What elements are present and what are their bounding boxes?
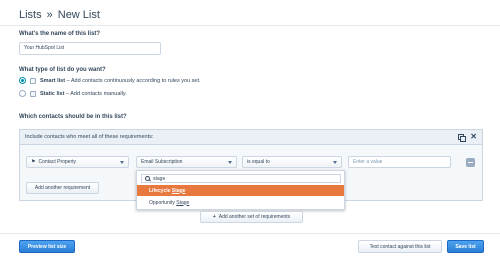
option-prefix: Lifecycle [149,187,172,194]
option-prefix: Opportunity [149,199,177,206]
test-contact-button[interactable]: Test contact against this list [358,240,442,253]
static-list-description: – Add contacts manually. [64,90,127,97]
save-list-button[interactable]: Save list [447,240,484,253]
list-name-label: What's the name of this list? [19,31,101,37]
option-match: Stage [176,199,190,206]
property-select[interactable]: Email Subscription [136,156,237,168]
smart-list-icon [30,77,36,84]
breadcrumb-lists-link[interactable]: Lists [19,9,42,21]
chevron-down-icon [120,161,124,164]
list-name-input[interactable]: Your HubSpot List [19,42,161,55]
add-set-label: Add another set of requirements [218,214,291,220]
chevron-down-icon [333,161,337,164]
close-icon[interactable]: ✕ [470,133,477,141]
chevron-down-icon [228,161,232,164]
remove-requirement-button[interactable] [466,158,475,167]
operator-value: is equal to [247,159,270,165]
breadcrumb-separator: » [46,9,53,21]
page-title: New List [57,9,100,21]
property-type-value: Contact Property [38,159,77,165]
copy-icon[interactable] [458,133,467,142]
add-requirement-set-button[interactable]: + Add another set of requirements [200,211,303,223]
static-list-name: Static list [40,90,65,97]
breadcrumb: Lists » New List [19,6,100,24]
requirements-header: Include contacts who meet all of these r… [20,130,482,145]
property-value: Email Subscription [141,159,183,165]
flag-icon: ⚑ [31,159,36,165]
dropdown-option-opportunity-stage[interactable]: Opportunity Stage [137,197,344,208]
property-type-select[interactable]: ⚑ Contact Property [26,156,129,168]
list-type-label: What type of list do you want? [19,67,106,73]
smart-list-name: Smart list [40,77,66,84]
contacts-label: Which contacts should be in this list? [19,114,127,120]
smart-list-option[interactable]: Smart list – Add contacts continuously a… [19,77,201,84]
plus-icon: + [212,214,216,220]
smart-list-radio[interactable] [19,77,26,84]
static-list-icon [30,90,36,97]
operator-select[interactable]: is equal to [242,156,342,168]
preview-list-size-button[interactable]: Preview list size [19,240,75,253]
dropdown-option-lifecycle-stage[interactable]: Lifecycle Stage [137,185,344,196]
static-list-radio[interactable] [19,90,26,97]
dropdown-search-input[interactable]: stage [141,174,341,183]
search-icon [145,176,150,181]
option-match: Stage [171,187,186,194]
dropdown-search-value: stage [153,175,166,182]
add-requirement-button[interactable]: Add another requirement [26,182,99,194]
requirements-header-text: Include contacts who meet all of these r… [25,134,154,140]
static-list-option[interactable]: Static list – Add contacts manually. [19,90,127,97]
header-divider [0,25,500,26]
footer-divider [0,233,500,234]
smart-list-description: – Add contacts continuously according to… [65,77,201,84]
property-dropdown: stage Lifecycle Stage Opportunity Stage [136,170,345,210]
value-input[interactable]: Enter a value [348,156,451,168]
